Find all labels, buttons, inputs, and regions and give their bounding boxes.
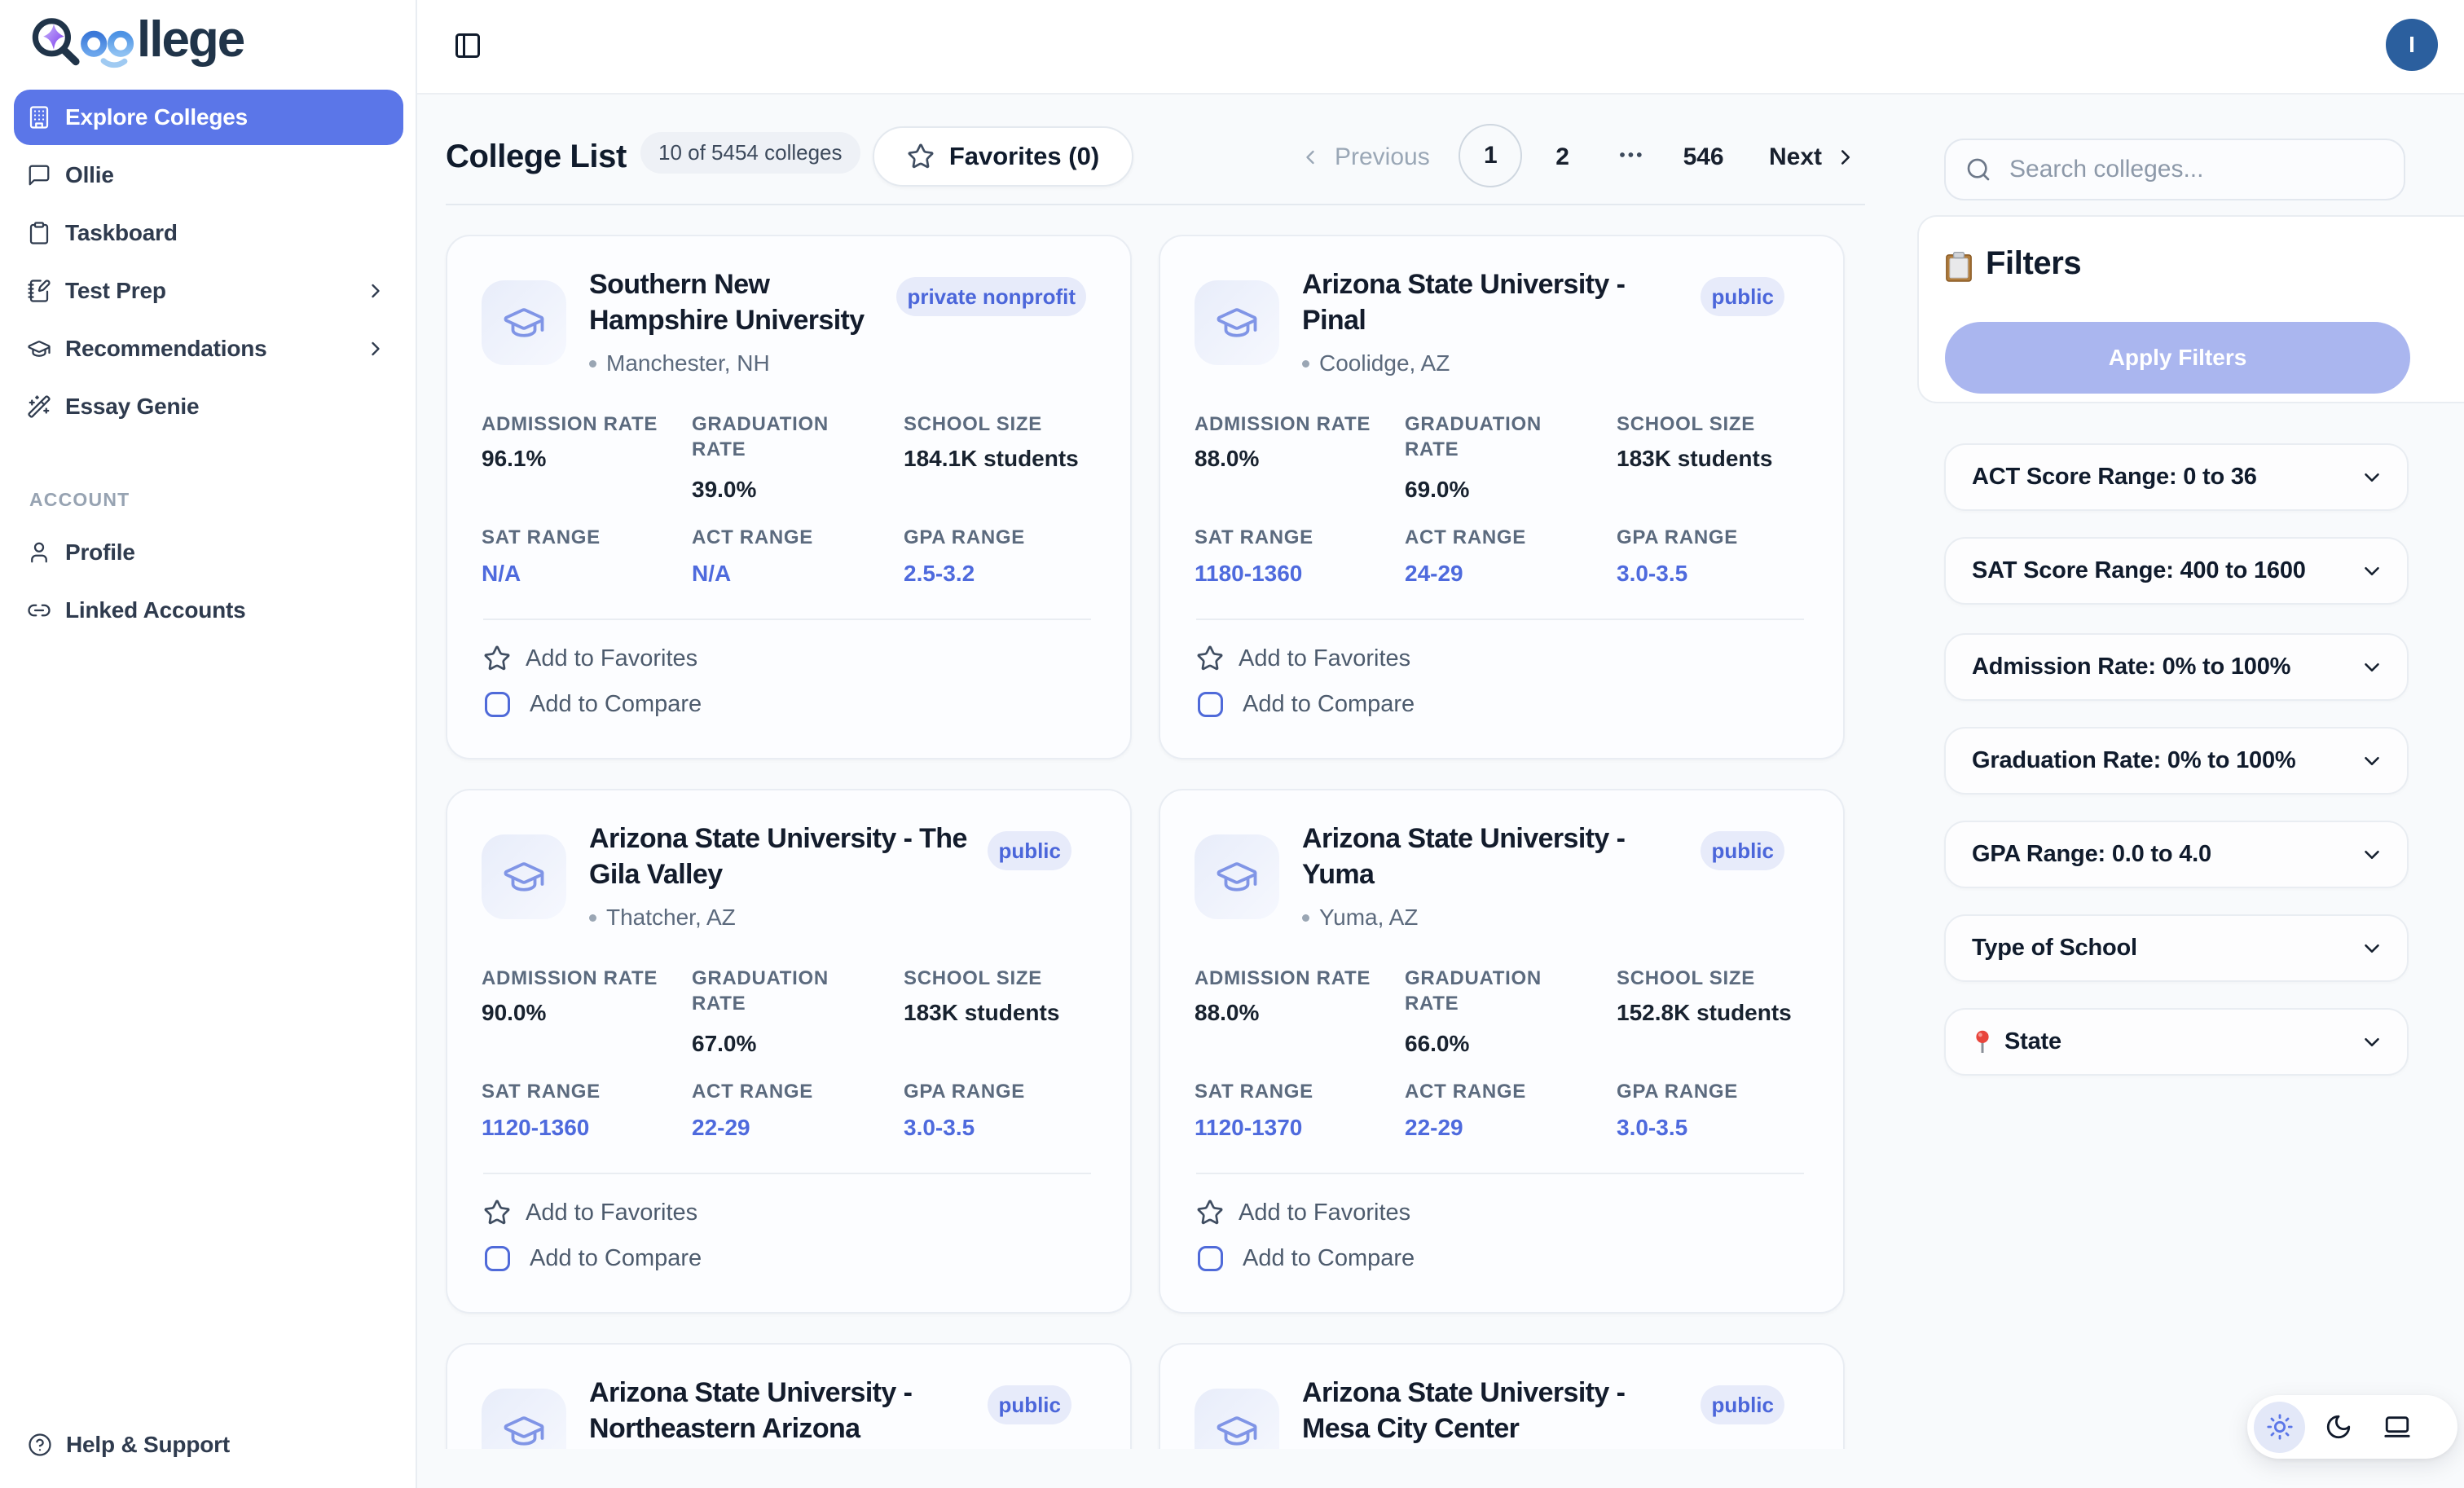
svg-text:llege: llege [137,15,244,68]
